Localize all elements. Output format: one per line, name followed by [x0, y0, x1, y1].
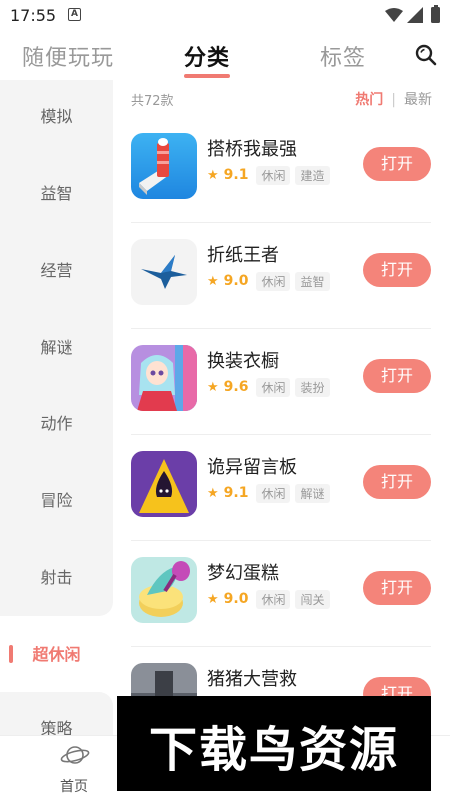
- status-time: 17:55: [10, 6, 57, 25]
- wifi-icon: [385, 8, 403, 22]
- app-tag: 休闲: [256, 271, 291, 291]
- sort-options: 热门 | 最新: [355, 89, 432, 109]
- app-name: 折纸王者: [207, 245, 279, 266]
- app-name: 猪猪大营救: [207, 669, 297, 690]
- tab-category[interactable]: 分类: [184, 40, 230, 72]
- app-meta: ★ 9.1 休闲 解谜: [207, 483, 335, 503]
- status-bar: 17:55 A: [0, 0, 450, 32]
- yellow-raincoat-icon[interactable]: [131, 451, 197, 517]
- app-rating: 9.6: [223, 379, 249, 395]
- app-tag: 解谜: [295, 483, 330, 503]
- sidebar-item-simulation[interactable]: 模拟: [0, 97, 113, 137]
- app-tag: 休闲: [256, 377, 291, 397]
- dress-up-girl-icon[interactable]: [131, 345, 197, 411]
- app-tag: 装扮: [295, 377, 330, 397]
- sidebar-item-management[interactable]: 经营: [0, 251, 113, 291]
- star-icon: ★: [207, 167, 219, 183]
- star-icon: ★: [207, 591, 219, 607]
- app-tag: 休闲: [256, 483, 291, 503]
- watermark-text: 下载鸟资源: [148, 722, 399, 778]
- app-meta: ★ 9.6 休闲 装扮: [207, 377, 335, 397]
- sidebar-item-puzzle[interactable]: 益智: [0, 174, 113, 214]
- sort-divider: |: [391, 92, 396, 108]
- battery-icon: [431, 5, 440, 23]
- signal-icon: [407, 7, 423, 23]
- app-rating: 9.1: [223, 485, 249, 501]
- app-meta: ★ 9.1 休闲 建造: [207, 165, 335, 185]
- notification-icon: A: [68, 8, 81, 21]
- app-name: 梦幻蛋糕: [207, 563, 279, 584]
- top-nav: 随便玩玩 分类 标签: [0, 32, 450, 80]
- watermark-banner: 下载鸟资源: [117, 696, 431, 791]
- planet-icon[interactable]: [60, 742, 90, 768]
- app-tag: 建造: [295, 165, 330, 185]
- bridge-game-icon[interactable]: [131, 133, 197, 199]
- star-icon: ★: [207, 379, 219, 395]
- nav-home-label[interactable]: 首页: [60, 776, 88, 796]
- app-name: 换装衣橱: [207, 351, 279, 372]
- open-button[interactable]: 打开: [363, 359, 431, 393]
- open-button[interactable]: 打开: [363, 147, 431, 181]
- app-meta: ★ 9.0 休闲 益智: [207, 271, 335, 291]
- list-item[interactable]: 换装衣橱 ★ 9.6 休闲 装扮 打开: [131, 329, 431, 435]
- app-tag: 益智: [295, 271, 330, 291]
- list-item[interactable]: 梦幻蛋糕 ★ 9.0 休闲 闯关 打开: [131, 541, 431, 647]
- app-name: 诡异留言板: [207, 457, 297, 478]
- paper-bird-icon[interactable]: [131, 239, 197, 305]
- star-icon: ★: [207, 273, 219, 289]
- list-item[interactable]: 搭桥我最强 ★ 9.1 休闲 建造 打开: [131, 117, 431, 223]
- category-sidebar: 模拟 益智 经营 解谜 动作 冒险 射击 超休闲 策略: [0, 80, 113, 752]
- app-rating: 9.1: [223, 167, 249, 183]
- open-button[interactable]: 打开: [363, 465, 431, 499]
- app-name: 搭桥我最强: [207, 139, 297, 160]
- app-meta: ★ 9.0 休闲 闯关: [207, 589, 335, 609]
- app-count: 共72款: [131, 94, 174, 109]
- star-icon: ★: [207, 485, 219, 501]
- app-tag: 闯关: [295, 589, 330, 609]
- sidebar-item-hyper-casual[interactable]: 超休闲: [0, 635, 113, 675]
- list-item[interactable]: 折纸王者 ★ 9.0 休闲 益智 打开: [131, 223, 431, 329]
- app-list: 共72款 热门 | 最新 搭桥我最强 ★ 9.1 休闲 建造 打开 折纸王者 ★…: [113, 80, 450, 735]
- app-rating: 9.0: [223, 591, 249, 607]
- open-button[interactable]: 打开: [363, 571, 431, 605]
- open-button[interactable]: 打开: [363, 253, 431, 287]
- sort-new[interactable]: 最新: [404, 92, 432, 108]
- app-rating: 9.0: [223, 273, 249, 289]
- app-tag: 休闲: [256, 165, 291, 185]
- sidebar-item-shooting[interactable]: 射击: [0, 558, 113, 598]
- active-tab-underline: [184, 74, 230, 78]
- search-icon[interactable]: [414, 43, 438, 67]
- tab-random-play[interactable]: 随便玩玩: [22, 40, 114, 72]
- tab-tags[interactable]: 标签: [320, 40, 366, 72]
- sidebar-item-adventure[interactable]: 冒险: [0, 481, 113, 521]
- app-tag: 休闲: [256, 589, 291, 609]
- cake-icon[interactable]: [131, 557, 197, 623]
- list-item[interactable]: 诡异留言板 ★ 9.1 休闲 解谜 打开: [131, 435, 431, 541]
- sort-hot[interactable]: 热门: [355, 92, 383, 108]
- sidebar-item-mystery[interactable]: 解谜: [0, 328, 113, 368]
- sidebar-item-action[interactable]: 动作: [0, 404, 113, 444]
